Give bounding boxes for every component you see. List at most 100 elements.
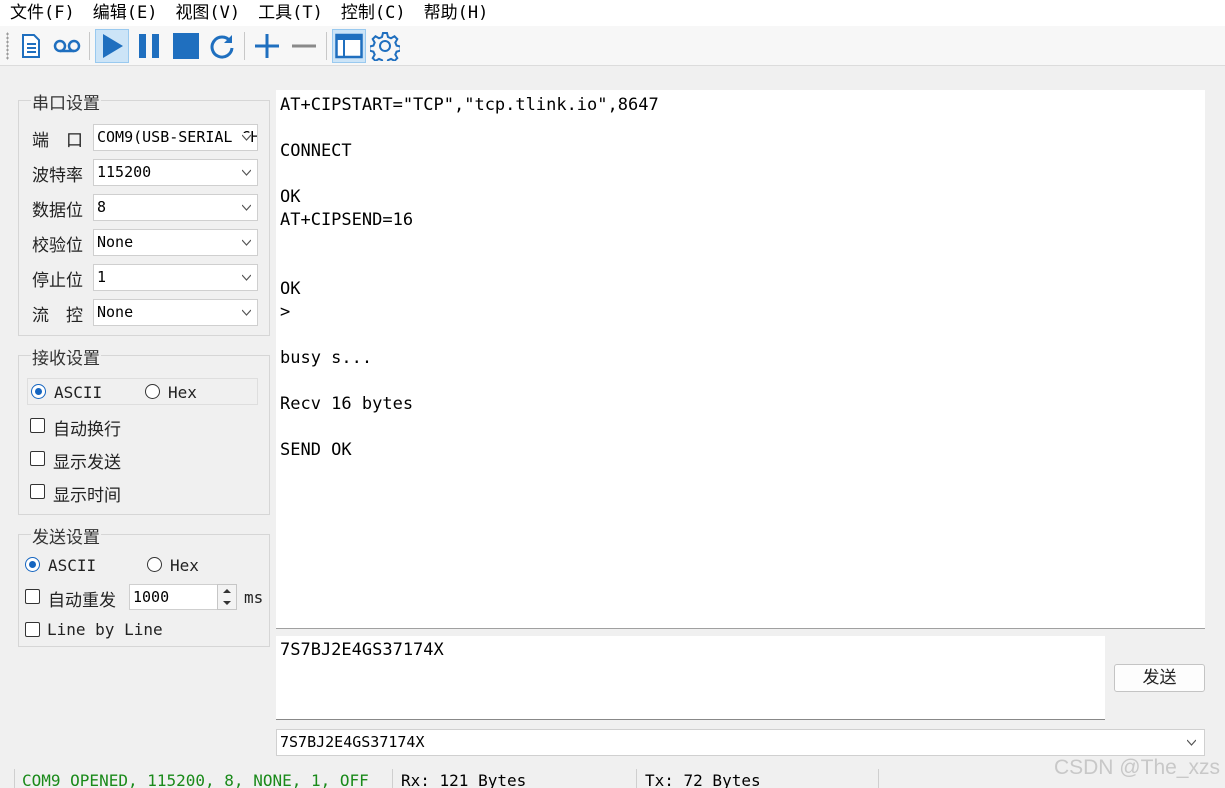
- status-separator: [878, 769, 879, 788]
- parity-label: 校验位: [32, 236, 83, 256]
- menu-file[interactable]: 文件(F): [0, 0, 84, 26]
- chevron-down-icon: [242, 309, 251, 316]
- serial-settings-title: 串口设置: [31, 89, 101, 114]
- status-rx: Rx: 121 Bytes: [401, 771, 527, 788]
- stopbits-select[interactable]: 1: [93, 264, 258, 291]
- stopbits-label: 停止位: [32, 271, 83, 291]
- toolbar-separator: [89, 32, 90, 60]
- status-tx: Tx: 72 Bytes: [645, 771, 761, 788]
- splitter[interactable]: [276, 628, 1205, 629]
- settings-button[interactable]: [368, 29, 402, 63]
- watermark: CSDN @The_xzs: [1053, 756, 1220, 779]
- chevron-down-icon: [1187, 739, 1196, 746]
- play-icon: [103, 34, 123, 58]
- receive-ascii-label: ASCII: [54, 383, 103, 402]
- pause-button[interactable]: [132, 29, 166, 63]
- menu-edit[interactable]: 编辑(E): [84, 0, 167, 26]
- status-separator: [636, 769, 637, 788]
- stop-icon: [173, 33, 199, 59]
- send-button[interactable]: 发送: [1114, 664, 1205, 692]
- baud-select[interactable]: 115200: [93, 159, 258, 186]
- baud-label: 波特率: [32, 166, 83, 186]
- line-by-line-checkbox[interactable]: [25, 622, 40, 637]
- send-settings-title: 发送设置: [31, 523, 101, 548]
- remove-button[interactable]: [287, 29, 321, 63]
- chevron-down-icon: [242, 169, 251, 176]
- receive-settings-title: 接收设置: [31, 344, 101, 369]
- status-bar: COM9 OPENED, 115200, 8, NONE, 1, OFF Rx:…: [0, 766, 1225, 788]
- port-value: COM9(USB-SERIAL CH340): [97, 128, 257, 146]
- refresh-button[interactable]: [205, 29, 239, 63]
- stopbits-value: 1: [97, 268, 107, 286]
- auto-resend-label: 自动重发: [48, 591, 116, 611]
- toolbar-grip[interactable]: [6, 32, 9, 60]
- new-file-icon: [22, 34, 40, 58]
- stepper-up[interactable]: [218, 585, 236, 597]
- window-icon: [335, 33, 363, 59]
- stop-button[interactable]: [169, 29, 203, 63]
- auto-newline-checkbox[interactable]: [30, 418, 45, 433]
- record-button[interactable]: [50, 29, 84, 63]
- interval-stepper[interactable]: [217, 584, 237, 610]
- databits-label: 数据位: [32, 201, 83, 221]
- add-button[interactable]: [250, 29, 284, 63]
- menu-help[interactable]: 帮助(H): [415, 0, 498, 26]
- receive-hex-label: Hex: [168, 383, 197, 402]
- flow-label: 流 控: [32, 306, 83, 326]
- window-button[interactable]: [332, 29, 366, 63]
- databits-select[interactable]: 8: [93, 194, 258, 221]
- resend-interval-input[interactable]: 1000: [129, 584, 218, 610]
- send-hex-label: Hex: [170, 556, 199, 575]
- port-select[interactable]: COM9(USB-SERIAL CH340): [93, 124, 258, 151]
- send-history-select[interactable]: 7S7BJ2E4GS37174X: [276, 729, 1205, 756]
- chevron-down-icon: [242, 274, 251, 281]
- receive-hex-radio[interactable]: [145, 384, 160, 399]
- show-time-checkbox[interactable]: [30, 484, 45, 499]
- gear-icon: [370, 32, 400, 61]
- menu-bar: 文件(F) 编辑(E) 视图(V) 工具(T) 控制(C) 帮助(H): [0, 0, 1225, 26]
- chevron-up-icon: [223, 589, 231, 593]
- stepper-down[interactable]: [218, 597, 236, 609]
- record-icon: [53, 39, 81, 53]
- play-button[interactable]: [95, 29, 129, 63]
- show-send-label: 显示发送: [53, 453, 121, 473]
- minus-icon: [292, 44, 316, 48]
- parity-select[interactable]: None: [93, 229, 258, 256]
- receive-text-area[interactable]: AT+CIPSTART="TCP","tcp.tlink.io",8647 CO…: [276, 90, 1205, 628]
- refresh-icon: [210, 35, 234, 59]
- show-send-checkbox[interactable]: [30, 451, 45, 466]
- auto-resend-checkbox[interactable]: [25, 589, 40, 604]
- parity-value: None: [97, 233, 134, 251]
- baud-value: 115200: [97, 163, 152, 181]
- send-hex-radio[interactable]: [147, 557, 162, 572]
- port-label: 端 口: [32, 131, 83, 151]
- send-text-input[interactable]: 7S7BJ2E4GS37174X: [276, 636, 1105, 720]
- flow-value: None: [97, 303, 134, 321]
- toolbar-separator: [244, 32, 245, 60]
- flow-select[interactable]: None: [93, 299, 258, 326]
- show-time-label: 显示时间: [53, 486, 121, 506]
- send-history-value: 7S7BJ2E4GS37174X: [280, 733, 425, 751]
- send-ascii-label: ASCII: [48, 556, 97, 575]
- chevron-down-icon: [223, 601, 231, 605]
- status-separator: [14, 769, 15, 788]
- menu-tools[interactable]: 工具(T): [249, 0, 332, 26]
- interval-unit: ms: [244, 588, 264, 607]
- chevron-down-icon: [242, 133, 251, 142]
- status-port-info: COM9 OPENED, 115200, 8, NONE, 1, OFF: [22, 771, 369, 788]
- plus-icon: [255, 34, 279, 58]
- pause-icon: [139, 34, 159, 58]
- line-by-line-label: Line by Line: [47, 620, 163, 639]
- send-ascii-radio[interactable]: [25, 557, 40, 572]
- new-file-button[interactable]: [14, 29, 48, 63]
- menu-control[interactable]: 控制(C): [332, 0, 415, 26]
- toolbar: [0, 26, 1225, 66]
- chevron-down-icon: [242, 204, 251, 211]
- toolbar-separator: [326, 32, 327, 60]
- status-separator: [392, 769, 393, 788]
- databits-value: 8: [97, 198, 107, 216]
- receive-ascii-radio[interactable]: [31, 384, 46, 399]
- chevron-down-icon: [242, 239, 251, 246]
- resend-interval-value: 1000: [133, 588, 170, 606]
- menu-view[interactable]: 视图(V): [166, 0, 249, 26]
